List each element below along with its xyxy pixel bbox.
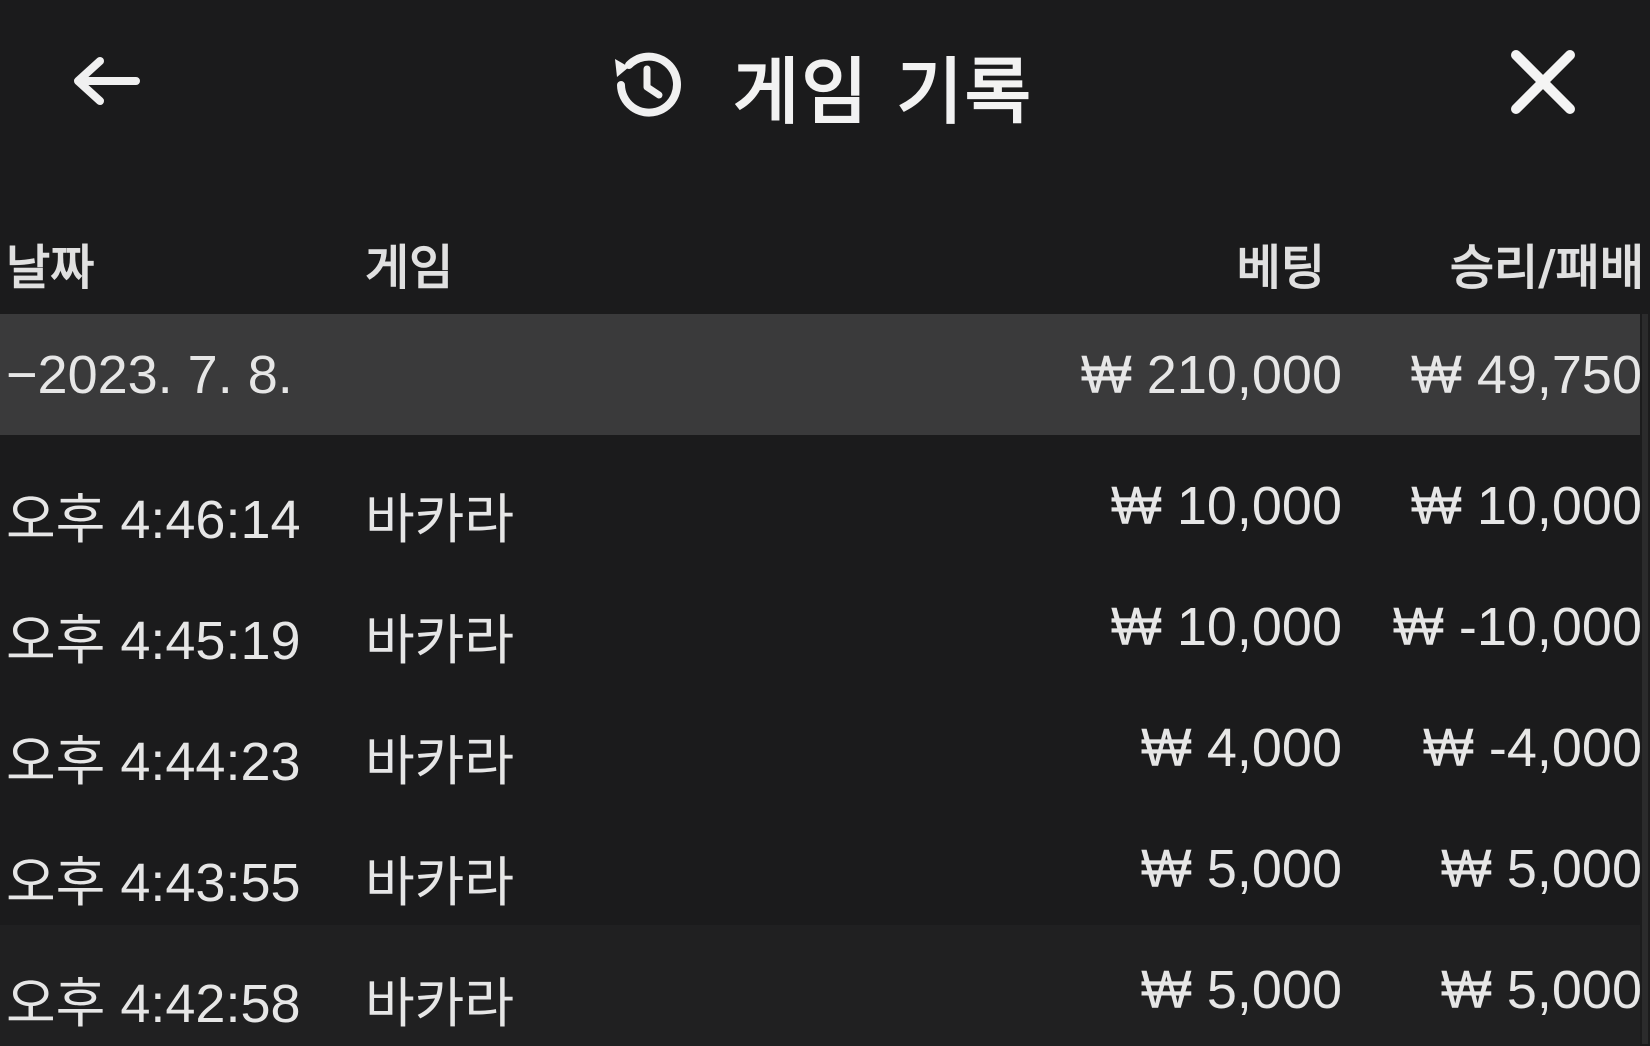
table-row[interactable]: 오후 4:42:58 바카라 ₩ 5,000 ₩ 5,000 (0, 925, 1642, 1046)
row-bet: ₩ 5,000 (1140, 839, 1342, 899)
row-result: ₩ -10,000 (1392, 597, 1642, 657)
column-header-date: 날짜 (6, 240, 95, 296)
game-history-panel: 게임 기록 날짜 게임 베팅 승리/패배 −2023. 7. 8. ₩ 210,… (0, 0, 1650, 1046)
header: 게임 기록 (0, 0, 1650, 170)
table-header: 날짜 게임 베팅 승리/패배 (0, 210, 1650, 300)
table-row[interactable]: 오후 4:45:19 바카라 ₩ 10,000 ₩ -10,000 (0, 562, 1642, 683)
arrow-left-icon (74, 57, 140, 105)
table-row[interactable]: 오후 4:46:14 바카라 ₩ 10,000 ₩ 10,000 (0, 441, 1642, 562)
row-bet: ₩ 4,000 (1140, 718, 1342, 778)
close-button[interactable] (1500, 42, 1586, 122)
close-x-icon (1511, 50, 1575, 114)
group-result-total: ₩ 49,750 (1410, 345, 1642, 405)
row-bet: ₩ 5,000 (1140, 960, 1342, 1020)
row-game: 바카라 (365, 611, 515, 671)
row-time: 오후 4:46:14 (6, 490, 301, 550)
page-title: 게임 기록 (733, 49, 1034, 134)
title-group: 게임 기록 (605, 30, 1033, 140)
column-header-bet: 베팅 (1236, 240, 1325, 296)
row-time: 오후 4:45:19 (6, 611, 301, 671)
row-bet: ₩ 10,000 (1110, 476, 1342, 536)
table-row[interactable]: 오후 4:43:55 바카라 ₩ 5,000 ₩ 5,000 (0, 804, 1642, 925)
column-header-game: 게임 (365, 240, 454, 296)
history-clock-icon (605, 43, 689, 127)
back-button[interactable] (60, 45, 152, 117)
row-game: 바카라 (365, 732, 515, 792)
row-result: ₩ 5,000 (1440, 839, 1642, 899)
row-result: ₩ 10,000 (1410, 476, 1642, 536)
table-row[interactable]: 오후 4:44:23 바카라 ₩ 4,000 ₩ -4,000 (0, 683, 1642, 804)
row-game: 바카라 (365, 490, 515, 550)
row-bet: ₩ 10,000 (1110, 597, 1342, 657)
row-result: ₩ 5,000 (1440, 960, 1642, 1020)
row-time: 오후 4:43:55 (6, 853, 301, 913)
group-bet-total: ₩ 210,000 (1080, 345, 1342, 405)
date-group-row[interactable]: −2023. 7. 8. ₩ 210,000 ₩ 49,750 (0, 314, 1642, 435)
scrollbar[interactable] (1642, 314, 1648, 1044)
row-game: 바카라 (365, 974, 515, 1034)
row-result: ₩ -4,000 (1422, 718, 1642, 778)
row-time: 오후 4:44:23 (6, 732, 301, 792)
group-date: −2023. 7. 8. (6, 345, 293, 405)
row-time: 오후 4:42:58 (6, 974, 301, 1034)
column-header-result: 승리/패배 (1449, 240, 1644, 296)
row-game: 바카라 (365, 853, 515, 913)
history-table: −2023. 7. 8. ₩ 210,000 ₩ 49,750 오후 4:46:… (0, 314, 1650, 1046)
